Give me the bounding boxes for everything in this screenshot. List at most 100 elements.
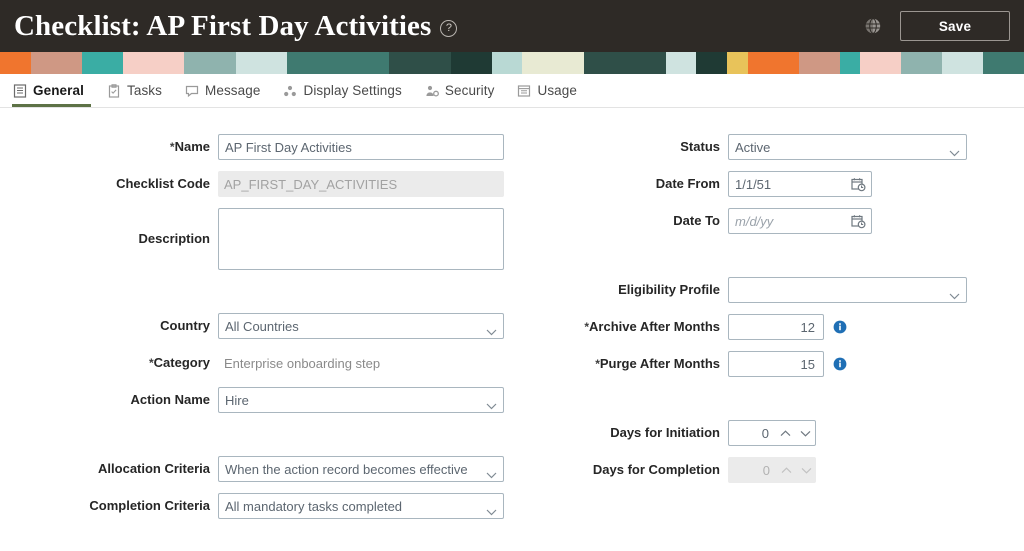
clipboard-icon	[107, 83, 121, 98]
tab-label: General	[33, 83, 84, 98]
allocation-criteria-select[interactable]: When the action record becomes effective	[218, 456, 504, 482]
archive-after-months-input[interactable]: 12	[728, 314, 824, 340]
field-row-name: *Name AP First Day Activities	[0, 134, 510, 160]
days-for-completion-label: Days for Completion	[592, 461, 720, 477]
date-to-label: Date To	[673, 212, 720, 228]
checklist-code-label: Checklist Code	[116, 175, 210, 191]
country-label: Country	[160, 317, 210, 333]
days-for-completion-stepper: 0	[728, 457, 816, 483]
form-column-left: *Name AP First Day Activities Checklist …	[0, 134, 510, 530]
field-row-archive-after-months: *Archive After Months 12	[510, 314, 1024, 340]
field-row-days-for-initiation: Days for Initiation 0	[510, 420, 1024, 446]
tab-label: Tasks	[126, 83, 162, 98]
tab-usage[interactable]: Usage	[507, 74, 590, 107]
required-marker: *	[584, 319, 590, 334]
completion-criteria-label: Completion Criteria	[89, 497, 210, 513]
required-marker: *	[169, 139, 175, 154]
person-gear-icon	[425, 84, 439, 98]
checklist-code-input: AP_FIRST_DAY_ACTIVITIES	[218, 171, 504, 197]
category-value: Enterprise onboarding step	[224, 355, 381, 371]
stepper-down-icon[interactable]	[795, 430, 815, 437]
archive-after-months-label: *Archive After Months	[584, 318, 720, 334]
field-row-purge-after-months: *Purge After Months 15	[510, 351, 1024, 377]
globe-icon[interactable]	[864, 17, 882, 35]
field-row-checklist-code: Checklist Code AP_FIRST_DAY_ACTIVITIES	[0, 171, 510, 197]
days-for-initiation-label: Days for Initiation	[610, 424, 720, 440]
completion-criteria-value: All mandatory tasks completed	[225, 498, 403, 514]
tab-bar: General Tasks Message Display Settings S…	[0, 74, 1024, 108]
field-row-allocation-criteria: Allocation Criteria When the action reco…	[0, 456, 510, 482]
purge-after-months-label: *Purge After Months	[595, 355, 720, 371]
name-input[interactable]: AP First Day Activities	[218, 134, 504, 160]
tab-label: Usage	[537, 83, 577, 98]
tab-label: Security	[444, 83, 495, 98]
status-value: Active	[735, 139, 771, 155]
help-circle-icon[interactable]: ?	[440, 19, 458, 37]
field-row-date-to: Date To m/d/yy	[510, 208, 1024, 234]
info-circle-icon[interactable]	[833, 320, 847, 334]
allocation-criteria-value: When the action record becomes effective	[225, 461, 468, 477]
status-label: Status	[680, 138, 720, 154]
tab-label: Message	[205, 83, 261, 98]
date-from-label: Date From	[655, 175, 720, 191]
general-tab-panel: *Name AP First Day Activities Checklist …	[0, 108, 1024, 551]
field-row-action-name: Action Name Hire	[0, 387, 510, 413]
dots-group-icon	[283, 84, 297, 98]
completion-criteria-select[interactable]: All mandatory tasks completed	[218, 493, 504, 519]
eligibility-profile-label: Eligibility Profile	[618, 281, 720, 297]
category-label: *Category	[148, 354, 210, 370]
eligibility-profile-select[interactable]	[728, 277, 967, 303]
required-marker: *	[148, 355, 154, 370]
date-to-placeholder: m/d/yy	[735, 213, 774, 229]
field-row-country: Country All Countries	[0, 313, 510, 339]
save-button[interactable]: Save	[900, 11, 1010, 41]
days-for-completion-value: 0	[762, 462, 770, 478]
field-row-category: *Category Enterprise onboarding step	[0, 350, 510, 376]
app-header: Checklist: AP First Day Activities ? Sav…	[0, 0, 1024, 52]
description-label: Description	[138, 230, 210, 246]
days-for-initiation-value: 0	[761, 425, 769, 441]
field-row-description: Description	[0, 208, 510, 270]
tab-display-settings[interactable]: Display Settings	[273, 74, 414, 107]
status-select[interactable]: Active	[728, 134, 967, 160]
date-to-input[interactable]: m/d/yy	[728, 208, 872, 234]
field-row-days-for-completion: Days for Completion 0	[510, 457, 1024, 483]
field-row-completion-criteria: Completion Criteria All mandatory tasks …	[0, 493, 510, 519]
field-row-date-from: Date From 1/1/51	[510, 171, 1024, 197]
form-column-right: Status Active Date From 1/1/51 Date To m…	[510, 134, 1024, 530]
tab-security[interactable]: Security	[415, 74, 508, 107]
page-title: Checklist: AP First Day Activities	[14, 9, 432, 42]
name-label: *Name	[169, 138, 210, 154]
date-from-input[interactable]: 1/1/51	[728, 171, 872, 197]
field-row-status: Status Active	[510, 134, 1024, 160]
stepper-down-icon	[796, 467, 816, 474]
info-circle-icon[interactable]	[833, 357, 847, 371]
form-grid: *Name AP First Day Activities Checklist …	[0, 134, 1024, 530]
action-name-label: Action Name	[130, 391, 210, 407]
speech-bubble-icon	[185, 84, 199, 98]
action-name-select[interactable]: Hire	[218, 387, 504, 413]
tab-tasks[interactable]: Tasks	[97, 74, 175, 107]
required-marker: *	[595, 356, 600, 371]
country-select[interactable]: All Countries	[218, 313, 504, 339]
stepper-up-icon	[776, 466, 796, 474]
list-lines-icon	[13, 83, 27, 98]
tab-label: Display Settings	[303, 83, 402, 98]
country-value: All Countries	[225, 318, 299, 334]
purge-after-months-input[interactable]: 15	[728, 351, 824, 377]
days-for-initiation-stepper[interactable]: 0	[728, 420, 816, 446]
tab-message[interactable]: Message	[175, 74, 273, 107]
description-textarea[interactable]	[218, 208, 504, 270]
action-name-value: Hire	[225, 392, 249, 408]
window-list-icon	[517, 84, 531, 98]
decorative-banner	[0, 52, 1024, 74]
stepper-up-icon[interactable]	[775, 429, 795, 437]
date-from-value: 1/1/51	[735, 176, 772, 192]
allocation-criteria-label: Allocation Criteria	[98, 460, 210, 476]
tab-general[interactable]: General	[8, 74, 97, 107]
field-row-eligibility-profile: Eligibility Profile	[510, 277, 1024, 303]
